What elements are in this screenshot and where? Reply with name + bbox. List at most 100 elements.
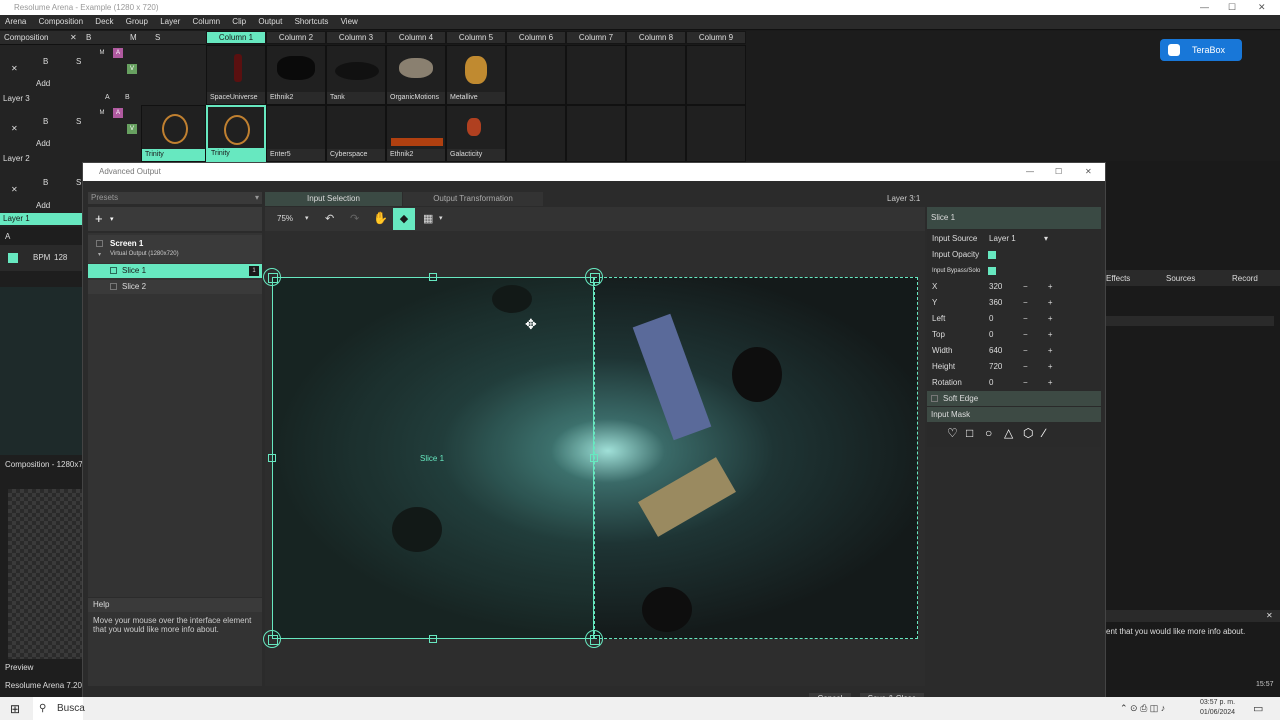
opacity-toggle[interactable] — [988, 251, 996, 259]
tab-effects[interactable]: Effects — [1106, 274, 1130, 283]
column-4-header[interactable]: Column 4 — [386, 31, 446, 44]
layer-2-a-button[interactable]: A — [113, 108, 123, 118]
stepper[interactable]: − + — [1023, 359, 1062, 375]
slice-2-item[interactable]: Slice 2 — [88, 280, 262, 294]
menu-shortcuts[interactable]: Shortcuts — [290, 15, 334, 29]
clip-ethnik2-b[interactable]: Ethnik2 — [386, 105, 446, 162]
dialog-maximize-icon[interactable]: ☐ — [1055, 163, 1062, 181]
clip-empty[interactable] — [506, 45, 566, 105]
redo-icon[interactable]: ↷ — [350, 212, 359, 225]
tap-indicator[interactable] — [8, 253, 18, 263]
menu-group[interactable]: Group — [121, 15, 153, 29]
layer-2-add-button[interactable]: Add — [36, 139, 50, 148]
clip-empty[interactable] — [566, 105, 626, 162]
clip-metallive[interactable]: Metallive — [446, 45, 506, 105]
chevron-down-icon[interactable]: ▾ — [1044, 231, 1048, 247]
undo-icon[interactable]: ↶ — [325, 212, 334, 225]
layer-3-a-button[interactable]: A — [113, 48, 123, 58]
grid-icon[interactable]: ▦ — [423, 212, 433, 225]
menu-view[interactable]: View — [336, 15, 363, 29]
close-icon[interactable]: ✕ — [1258, 0, 1266, 15]
tab-sources[interactable]: Sources — [1166, 274, 1195, 283]
edge-handle-top[interactable] — [429, 273, 437, 281]
layer-2-solo-button[interactable]: S — [76, 117, 81, 126]
clip-ethnik2[interactable]: Ethnik2 — [266, 45, 326, 105]
clip-empty[interactable] — [626, 105, 686, 162]
edge-handle-bottom[interactable] — [429, 635, 437, 643]
right-search-bar[interactable] — [1106, 316, 1274, 326]
dialog-close-icon[interactable]: ✕ — [1085, 163, 1092, 181]
tab-output-transformation[interactable]: Output Transformation — [403, 192, 543, 206]
stepper[interactable]: − + — [1023, 327, 1062, 343]
clip-trinity[interactable]: Trinity — [206, 105, 266, 162]
input-canvas[interactable]: Slice 1 ✥ — [263, 231, 925, 686]
layer-3-crossfade-a[interactable]: A — [105, 94, 110, 101]
soft-edge-section[interactable]: Soft Edge — [927, 391, 1101, 406]
crossfader-a[interactable]: A — [5, 232, 10, 241]
column-8-header[interactable]: Column 8 — [626, 31, 686, 44]
chevron-down-icon[interactable]: ▾ — [439, 214, 443, 222]
layer-1-clear-button[interactable]: ✕ — [11, 185, 18, 194]
chevron-down-icon[interactable]: ▾ — [98, 251, 101, 258]
clip-cyberspace[interactable]: Cyberspace — [326, 105, 386, 162]
corner-handle-bl[interactable] — [263, 630, 281, 648]
tray-icons[interactable]: ⌃ ⊙ ⎙ ◫ ♪ — [1120, 703, 1165, 714]
corner-handle-br[interactable] — [585, 630, 603, 648]
clip-organicmotions[interactable]: OrganicMotions — [386, 45, 446, 105]
composition-bypass-button[interactable]: B — [86, 33, 91, 42]
screen-1-item[interactable]: Screen 1 ▾ Virtual Output (1280x720) — [88, 235, 262, 263]
add-chevron-icon[interactable]: ▾ — [110, 215, 114, 223]
top-value[interactable]: 0 — [989, 327, 993, 343]
menu-clip[interactable]: Clip — [227, 15, 251, 29]
stepper[interactable]: − + — [1023, 295, 1062, 311]
dialog-minimize-icon[interactable]: — — [1026, 163, 1034, 181]
layer-3-crossfade-b[interactable]: B — [125, 94, 130, 101]
menu-output[interactable]: Output — [253, 15, 287, 29]
column-2-header[interactable]: Column 2 — [266, 31, 326, 44]
layer-2-mute-button[interactable]: M — [97, 108, 107, 118]
checkbox-icon[interactable] — [110, 283, 117, 290]
column-6-header[interactable]: Column 6 — [506, 31, 566, 44]
clock-date[interactable]: 01/06/2024 — [1200, 709, 1235, 716]
stepper[interactable]: − + — [1023, 375, 1062, 391]
clip-enter5[interactable]: Enter5 — [266, 105, 326, 162]
layer-3-add-button[interactable]: Add — [36, 79, 50, 88]
checkbox-icon[interactable] — [110, 267, 117, 274]
clip-spaceuniverse[interactable]: SpaceUniverse — [206, 45, 266, 105]
y-value[interactable]: 360 — [989, 295, 1002, 311]
tab-input-selection[interactable]: Input Selection — [265, 192, 402, 206]
corner-handle-tl[interactable] — [263, 268, 281, 286]
presets-dropdown[interactable]: Presets ▾ — [88, 192, 262, 204]
menu-deck[interactable]: Deck — [90, 15, 118, 29]
layer-3-solo-button[interactable]: S — [76, 57, 81, 66]
tab-record[interactable]: Record — [1232, 274, 1258, 283]
composition-mute-button[interactable]: M — [130, 33, 137, 42]
clip-empty[interactable] — [686, 105, 746, 162]
layer-2-clear-button[interactable]: ✕ — [11, 124, 18, 133]
add-slice-icon[interactable]: + — [95, 211, 103, 226]
composition-solo-button[interactable]: S — [155, 33, 160, 42]
menu-arena[interactable]: Arena — [0, 15, 31, 29]
layer-3-clear-button[interactable]: ✕ — [11, 64, 18, 73]
edge-handle-right[interactable] — [590, 454, 598, 462]
hand-icon[interactable]: ✋ — [373, 211, 388, 225]
rotation-value[interactable]: 0 — [989, 375, 993, 391]
edge-handle-left[interactable] — [268, 454, 276, 462]
clip-tank[interactable]: Tank — [326, 45, 386, 105]
layer-1-add-button[interactable]: Add — [36, 201, 50, 210]
clip-galacticity[interactable]: Galacticity — [446, 105, 506, 162]
bpm-value[interactable]: 128 — [54, 253, 67, 262]
triangle-icon[interactable]: △ — [1004, 426, 1013, 440]
windows-start-icon[interactable]: ⊞ — [10, 702, 20, 716]
bypass-toggle[interactable] — [988, 267, 996, 275]
circle-icon[interactable]: ○ — [985, 426, 992, 440]
checkbox-icon[interactable] — [931, 395, 938, 402]
stepper[interactable]: − + — [1023, 279, 1062, 295]
column-3-header[interactable]: Column 3 — [326, 31, 386, 44]
left-value[interactable]: 0 — [989, 311, 993, 327]
menu-composition[interactable]: Composition — [34, 15, 88, 29]
input-source-select[interactable]: Layer 1 — [989, 231, 1016, 247]
layer-1-solo-button[interactable]: S — [76, 178, 81, 187]
slice-1-item[interactable]: Slice 1 1 — [88, 264, 262, 278]
pen-icon[interactable]: ∕ — [1043, 426, 1045, 440]
